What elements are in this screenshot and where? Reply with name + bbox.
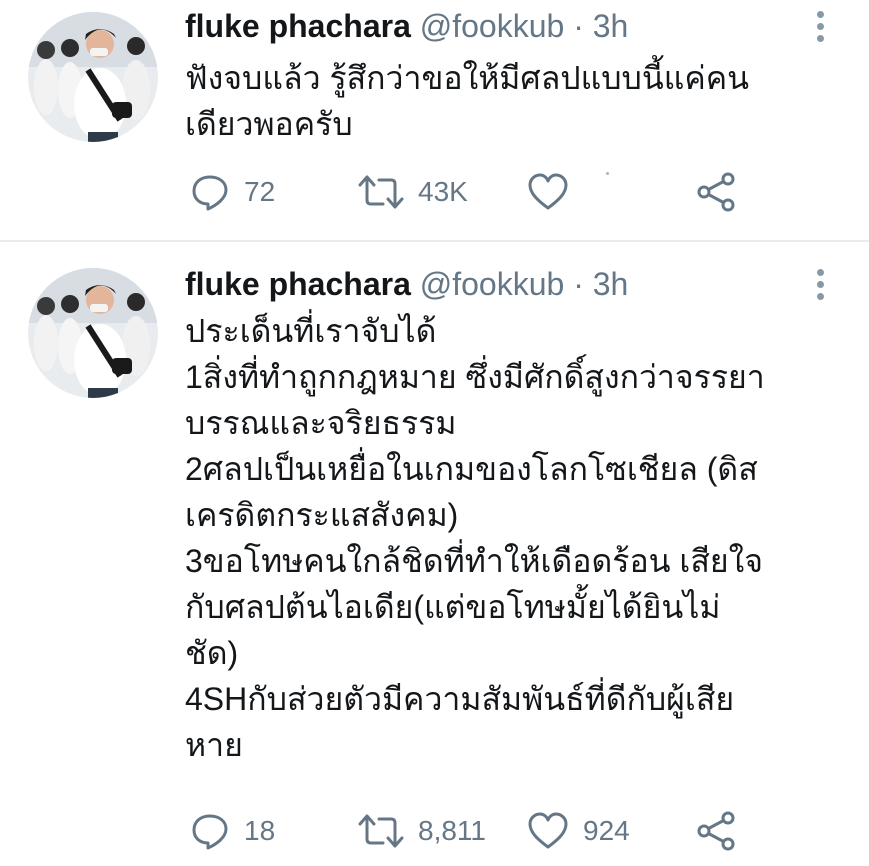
- more-options-icon[interactable]: [808, 6, 832, 46]
- heart-icon: [528, 812, 568, 849]
- separator: ·: [573, 8, 584, 44]
- display-name[interactable]: fluke phachara: [185, 8, 411, 44]
- reply-count: 72: [244, 176, 276, 207]
- tweet-header: fluke phachara @fookkub · 3h: [185, 6, 628, 46]
- tweet-1[interactable]: fluke phachara @fookkub · 3h ฟังจบแล้ว ร…: [0, 0, 869, 240]
- tweet-text-line: 1สิ่งที่ทำถูกกฎหมาย ซึ่งมีศักดิ์สูงกว่าจ…: [185, 359, 765, 395]
- tweet-2[interactable]: fluke phachara @fookkub · 3h ประเด็นที่เ…: [0, 242, 869, 866]
- action-bar: 18 8,811 924: [185, 809, 825, 853]
- stray-dot: [606, 172, 609, 175]
- retweet-icon: [358, 814, 404, 848]
- avatar-photo: [28, 268, 158, 398]
- tweet-text-line: บรรณและจริยธรรม: [185, 405, 457, 441]
- reply-icon: [192, 814, 228, 850]
- tweet-text-line: เดียวพอครับ: [185, 106, 353, 142]
- separator: ·: [573, 266, 584, 302]
- like-count: 924: [583, 815, 630, 846]
- timestamp[interactable]: 3h: [593, 8, 629, 44]
- share-icon: [697, 172, 735, 212]
- tweet-header: fluke phachara @fookkub · 3h: [185, 264, 628, 304]
- retweet-count: 8,811: [418, 815, 486, 846]
- display-name[interactable]: fluke phachara: [185, 266, 411, 302]
- tweet-text-line: 2ศลปเป็นเหยื่อในเกมของโลกโซเชียล (ดิส: [185, 451, 758, 487]
- retweet-button[interactable]: 8,811: [358, 809, 486, 853]
- tweet-text: ฟังจบแล้ว รู้สึกว่าขอให้มีศลปแบบนี้แค่คน…: [185, 55, 845, 147]
- like-button[interactable]: 924: [527, 809, 630, 853]
- avatar[interactable]: [28, 12, 158, 142]
- reply-button[interactable]: 72: [190, 170, 275, 214]
- tweet-text-line: ฟังจบแล้ว รู้สึกว่าขอให้มีศลปแบบนี้แค่คน: [185, 60, 750, 96]
- retweet-button[interactable]: 43K: [358, 170, 468, 214]
- more-options-icon[interactable]: [808, 264, 832, 304]
- share-button[interactable]: [695, 809, 737, 853]
- reply-count: 18: [244, 815, 276, 846]
- action-bar: 72 43K: [185, 170, 825, 214]
- user-handle[interactable]: @fookkub: [420, 8, 565, 44]
- tweet-text-line: 3ขอโทษคนใกล้ชิดที่ทำให้เดือดร้อน เสียใจ: [185, 543, 764, 579]
- retweet-icon: [358, 175, 404, 209]
- avatar-photo: [28, 12, 158, 142]
- heart-icon: [528, 173, 568, 210]
- tweet-text-line: 4SHกับส่วยตัวมีความสัมพันธ์ที่ดีกับผู้เส…: [185, 681, 735, 717]
- avatar[interactable]: [28, 268, 158, 398]
- retweet-count: 43K: [418, 176, 468, 207]
- tweet-text-line: ประเด็นที่เราจับได้: [185, 313, 437, 349]
- timestamp[interactable]: 3h: [593, 266, 629, 302]
- tweet-text-line: หาย: [185, 727, 243, 763]
- reply-button[interactable]: 18: [190, 809, 275, 853]
- share-icon: [697, 811, 735, 851]
- like-button[interactable]: [527, 170, 583, 214]
- tweet-text-line: กับศลปต้นไอเดีย(แต่ขอโทษมั้ยได้ยินไม่: [185, 589, 721, 625]
- user-handle[interactable]: @fookkub: [420, 266, 565, 302]
- reply-icon: [192, 175, 228, 211]
- share-button[interactable]: [695, 170, 737, 214]
- tweet-text-line: เครดิตกระแสสังคม): [185, 497, 459, 533]
- tweet-text: ประเด็นที่เราจับได้ 1สิ่งที่ทำถูกกฎหมาย …: [185, 308, 845, 768]
- tweet-text-line: ชัด): [185, 635, 239, 671]
